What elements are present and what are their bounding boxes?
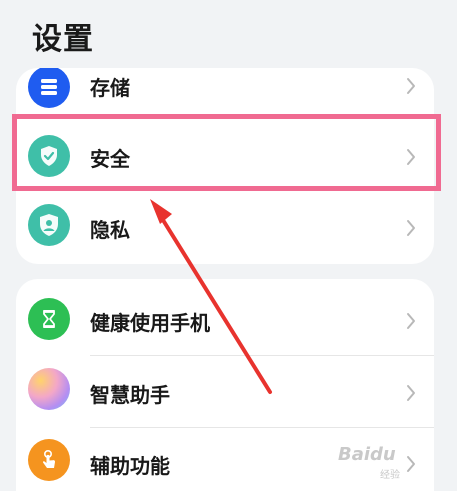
hourglass-icon <box>28 298 70 340</box>
storage-icon <box>28 68 70 108</box>
privacy-icon <box>28 204 70 246</box>
chevron-right-icon <box>407 385 415 401</box>
settings-item-digital-balance[interactable]: 健康使用手机 <box>16 283 434 355</box>
chevron-right-icon <box>407 313 415 329</box>
settings-item-label: 智慧助手 <box>90 383 170 407</box>
assistant-icon <box>28 368 70 410</box>
hand-tap-icon <box>28 439 70 481</box>
settings-item-label: 隐私 <box>90 218 130 242</box>
chevron-right-icon <box>407 220 415 236</box>
settings-item-label: 健康使用手机 <box>90 311 210 335</box>
settings-item-privacy[interactable]: 隐私 <box>16 192 434 262</box>
chevron-right-icon <box>407 456 415 472</box>
settings-item-label: 存储 <box>90 76 130 100</box>
settings-item-storage[interactable]: 存储 <box>16 68 434 108</box>
settings-item-smart-assistant[interactable]: 智慧助手 <box>16 355 434 427</box>
settings-item-label: 辅助功能 <box>90 454 170 478</box>
chevron-right-icon <box>407 78 415 94</box>
watermark-sub: 经验 <box>380 470 400 481</box>
page-title: 设置 <box>32 22 94 57</box>
watermark-logo: Baidu <box>338 444 396 465</box>
highlight-box <box>12 114 441 191</box>
